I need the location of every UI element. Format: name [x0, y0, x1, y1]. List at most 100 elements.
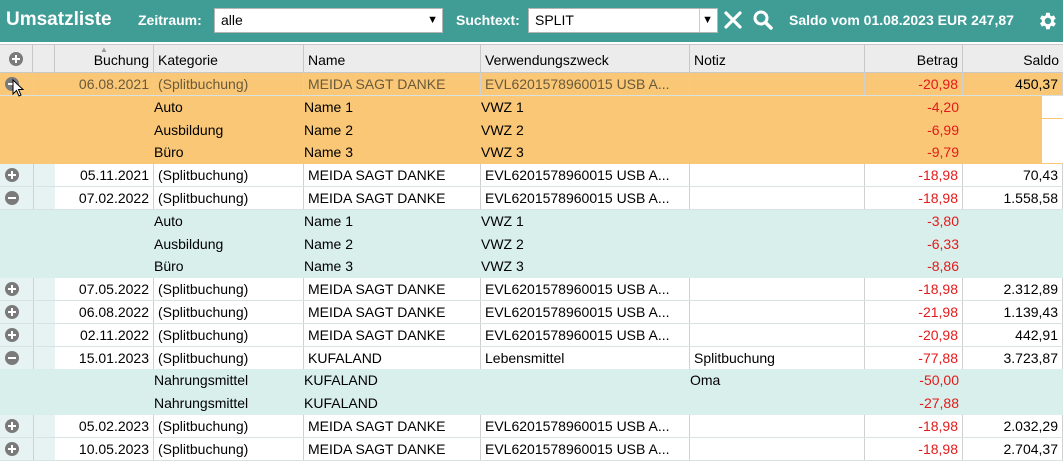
table-row[interactable]: 07.05.2022 (Splitbuchung) MEIDA SAGT DANKE…: [0, 278, 1063, 302]
split-sub-row[interactable]: Nahrungsmittel KUFALAND -27,88: [0, 392, 1063, 416]
table-row[interactable]: 05.11.2021 (Splitbuchung) MEIDA SAGT DANKE…: [0, 164, 1063, 188]
cell-name: Name 3: [304, 258, 354, 275]
row-spacer: [33, 346, 55, 369]
expand-all-button[interactable]: [0, 45, 33, 73]
cell-vwz: [477, 392, 686, 414]
cell-name: MEIDA SAGT DANKE: [304, 164, 481, 187]
row-spacer: [33, 415, 55, 437]
clear-search-button[interactable]: [722, 9, 744, 31]
collapse-row-icon[interactable]: [4, 190, 20, 206]
expand-row-icon[interactable]: [4, 327, 20, 343]
cell-date: 15.01.2023: [55, 346, 154, 369]
cell-notiz: [690, 323, 865, 346]
cell-notiz: [690, 164, 865, 187]
column-header-verwendungszweck[interactable]: Verwendungszweck: [481, 45, 690, 73]
table-row[interactable]: 07.02.2022 (Splitbuchung) MEIDA SAGT DANKE…: [0, 187, 1063, 210]
cell-vwz: Lebensmittel: [481, 346, 690, 369]
cell-betrag: -20,98: [865, 73, 963, 95]
cell-betrag: -18,98: [865, 437, 963, 460]
cell-kategorie: (Splitbuchung): [154, 323, 304, 346]
column-header-buchung[interactable]: ▲ Buchung: [55, 45, 154, 73]
split-sub-row[interactable]: Büro Name 3 VWZ 3 -8,86: [0, 255, 1063, 279]
cell-vwz: EVL6201578960015 USB A...: [481, 73, 690, 95]
column-header-betrag[interactable]: Betrag: [865, 45, 963, 73]
cell-date: 07.05.2022: [55, 278, 154, 301]
split-sub-row[interactable]: Auto Name 1 VWZ 1 -4,20: [0, 95, 1063, 119]
expand-row-icon[interactable]: [4, 167, 20, 183]
cell-betrag: -20,98: [865, 323, 963, 346]
cell-notiz: [686, 119, 861, 141]
cell-name: MEIDA SAGT DANKE: [304, 301, 481, 323]
table-row[interactable]: 10.05.2023 (Splitbuchung) MEIDA SAGT DANKE…: [0, 437, 1063, 461]
cell-betrag: -50,00: [919, 372, 959, 389]
cell-betrag: -6,33: [927, 235, 959, 252]
cell-kategorie: Ausbildung: [154, 121, 224, 138]
cell-vwz: VWZ 1: [481, 212, 524, 229]
cell-vwz: VWZ 3: [481, 144, 524, 161]
cell-vwz: EVL6201578960015 USB A...: [481, 437, 690, 460]
search-button[interactable]: [752, 9, 774, 31]
cell-betrag: -18,98: [865, 415, 963, 437]
table-row[interactable]: 02.11.2022 (Splitbuchung) MEIDA SAGT DANKE…: [0, 323, 1063, 347]
table-row[interactable]: 05.02.2023 (Splitbuchung) MEIDA SAGT DANKE…: [0, 415, 1063, 438]
cell-name: KUFALAND: [304, 395, 378, 412]
expand-row-icon[interactable]: [4, 304, 20, 320]
collapse-row-icon[interactable]: [4, 350, 20, 366]
split-sub-row[interactable]: Nahrungsmittel KUFALAND Oma -50,00: [0, 369, 1063, 393]
column-header-notiz[interactable]: Notiz: [690, 45, 865, 73]
cell-kategorie: (Splitbuchung): [154, 187, 304, 209]
cell-notiz: Oma: [690, 372, 721, 389]
table-row[interactable]: 15.01.2023 (Splitbuchung) KUFALAND Lebensmi…: [0, 346, 1063, 370]
column-header-kategorie[interactable]: Kategorie: [154, 45, 304, 73]
cell-saldo: 70,43: [963, 164, 1063, 187]
cell-betrag: -27,88: [919, 395, 959, 412]
cell-date: 07.02.2022: [55, 187, 154, 209]
cell-betrag: -3,80: [927, 212, 959, 229]
row-spacer: [33, 164, 55, 187]
cell-kategorie: (Splitbuchung): [154, 415, 304, 437]
row-spacer: [33, 323, 55, 346]
cell-kategorie: Büro: [154, 144, 184, 161]
row-gutter: [1042, 141, 1063, 164]
split-sub-row[interactable]: Büro Name 3 VWZ 3 -9,79: [0, 141, 1063, 165]
expand-row-icon[interactable]: [4, 441, 20, 457]
cell-kategorie: Nahrungsmittel: [154, 395, 249, 412]
cell-notiz: [686, 233, 861, 255]
column-header-saldo[interactable]: Saldo: [963, 45, 1063, 73]
cell-notiz: [690, 187, 865, 209]
cell-betrag: -18,98: [865, 278, 963, 301]
cell-notiz: Splitbuchung: [690, 346, 865, 369]
split-sub-row[interactable]: Auto Name 1 VWZ 1 -3,80: [0, 209, 1063, 233]
suchtext-dropdown-button[interactable]: ▼: [699, 9, 717, 32]
cell-name: MEIDA SAGT DANKE: [304, 323, 481, 346]
cell-name: Name 3: [304, 144, 354, 161]
cell-notiz: [690, 437, 865, 460]
cell-saldo: 442,91: [963, 323, 1063, 346]
cell-saldo: 2.704,37: [963, 437, 1063, 460]
column-header-name[interactable]: Name: [304, 45, 481, 73]
cell-name: MEIDA SAGT DANKE: [304, 73, 481, 95]
cell-notiz: [690, 415, 865, 437]
cell-date: 05.11.2021: [55, 164, 154, 187]
cell-kategorie: (Splitbuchung): [154, 164, 304, 187]
expand-row-icon[interactable]: [4, 281, 20, 297]
cell-vwz: EVL6201578960015 USB A...: [481, 301, 690, 323]
split-sub-row[interactable]: Ausbildung Name 2 VWZ 2 -6,33: [0, 232, 1063, 256]
cell-notiz: [686, 255, 861, 277]
suchtext-input[interactable]: SPLIT ▼: [528, 8, 718, 33]
cell-notiz: [690, 301, 865, 323]
split-sub-row[interactable]: Ausbildung Name 2 VWZ 2 -6,99: [0, 118, 1063, 142]
table-row[interactable]: 06.08.2021 (Splitbuchung) MEIDA SAGT DANKE…: [0, 73, 1063, 96]
cell-name: KUFALAND: [304, 346, 481, 369]
cell-kategorie: Nahrungsmittel: [154, 372, 249, 389]
expand-row-icon[interactable]: [4, 418, 20, 434]
table-row[interactable]: 06.08.2022 (Splitbuchung) MEIDA SAGT DANKE…: [0, 301, 1063, 324]
cell-notiz: [686, 141, 861, 163]
settings-button[interactable]: [1036, 10, 1058, 32]
cell-kategorie: Auto: [154, 98, 183, 115]
suchtext-value: SPLIT: [535, 12, 574, 28]
row-gutter: [1042, 118, 1063, 141]
zeitraum-select[interactable]: alle ▼: [214, 8, 443, 33]
zeitraum-label: Zeitraum:: [138, 12, 202, 28]
cell-vwz: EVL6201578960015 USB A...: [481, 187, 690, 209]
